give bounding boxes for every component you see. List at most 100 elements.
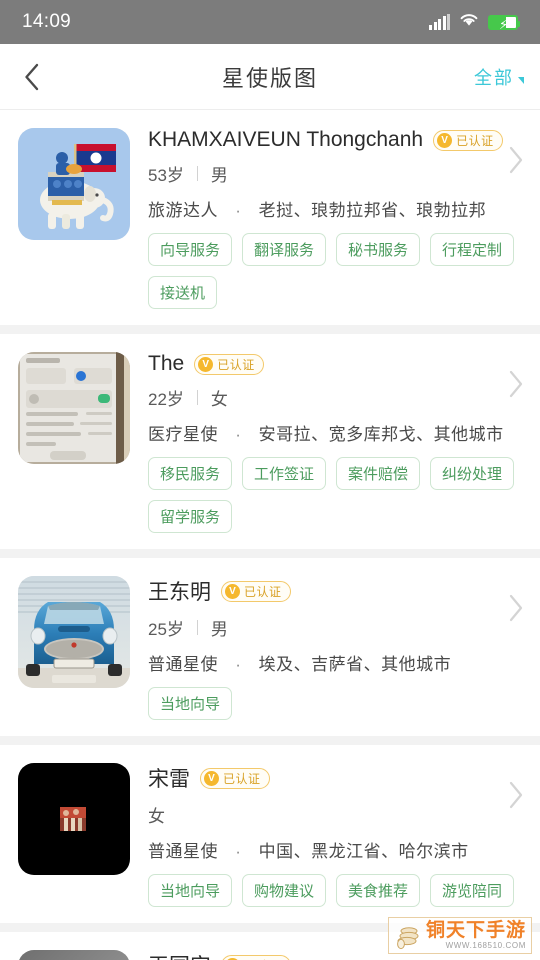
meta-divider [196, 390, 198, 405]
card-meta: 53岁 男 [148, 161, 524, 186]
verified-label: 已认证 [456, 133, 494, 148]
chevron-right-icon[interactable] [506, 592, 526, 629]
card-location: 安哥拉、宽多库邦戈、其他城市 [258, 425, 504, 444]
card-name-row: 宋雷 V 已认证 [148, 763, 524, 793]
service-tag[interactable]: 当地向导 [148, 874, 233, 907]
card-name: 王东明 [148, 581, 211, 604]
star-envoy-list[interactable]: KHAMXAIVEUN Thongchanh V 已认证 53岁男 旅游达人 ·… [0, 110, 540, 960]
status-badge: V 已认证 [194, 353, 264, 375]
site-watermark: 铜天下手游 WWW.168510.COM [387, 917, 532, 954]
watermark-title: 铜天下手游 [425, 919, 526, 941]
verified-v-icon: V [204, 770, 219, 786]
service-tag-list: 当地向导 购物建议 美食推荐 游览陪同 [148, 874, 524, 907]
service-tag[interactable]: 纠纷处理 [430, 457, 515, 490]
status-badge: V 已认证 [221, 580, 291, 602]
card-name: 王国安 [148, 950, 211, 960]
star-envoy-card[interactable]: 宋雷 V 已认证 女 普通星使 · 中国、黑龙江省、哈尔滨市 当地向导 购物建议美… [0, 745, 540, 923]
card-info: KHAMXAIVEUN Thongchanh V 已认证 53岁 男 旅游达人 ·… [130, 128, 524, 309]
chevron-left-icon [23, 62, 40, 92]
card-location: 老挝、琅勃拉邦省、琅勃拉邦 [258, 201, 487, 220]
charging-bolt-icon: ⚡ [499, 16, 509, 32]
service-tag[interactable]: 案件赔偿 [336, 457, 421, 490]
card-role-location: 旅游达人 · 老挝、琅勃拉邦省、琅勃拉邦 [148, 196, 524, 221]
service-tag[interactable]: 行程定制 [430, 233, 515, 266]
verified-label: 已认证 [223, 771, 261, 786]
card-gender: 女 [210, 390, 228, 409]
wifi-icon [459, 12, 479, 32]
service-tag[interactable]: 向导服务 [148, 233, 233, 266]
service-tag[interactable]: 工作签证 [242, 457, 327, 490]
card-age: 25岁 [148, 620, 184, 639]
card-role: 普通星使 [148, 842, 218, 861]
avatar[interactable] [18, 950, 130, 960]
card-role-location: 普通星使 · 埃及、吉萨省、其他城市 [148, 650, 524, 675]
star-envoy-card[interactable]: KHAMXAIVEUN Thongchanh V 已认证 53岁 男 旅游达人 ·… [0, 110, 540, 325]
watermark-text: 铜天下手游 WWW.168510.COM [426, 921, 526, 950]
avatar[interactable] [18, 352, 130, 464]
status-bar: 14:09 ⚡ [0, 0, 540, 44]
meta-divider [196, 166, 198, 181]
service-tag[interactable]: 留学服务 [148, 500, 233, 533]
service-tag[interactable]: 游览陪同 [430, 874, 515, 907]
verified-v-icon: V [225, 583, 240, 599]
card-meta: 25岁 男 [148, 615, 524, 640]
role-separator: · [235, 842, 242, 861]
coins-icon [394, 922, 422, 950]
service-tag-list: 当地向导 [148, 687, 524, 720]
caret-down-icon [518, 77, 524, 84]
card-role: 医疗星使 [148, 425, 218, 444]
card-role: 旅游达人 [148, 201, 218, 220]
card-gender: 男 [210, 166, 228, 185]
avatar[interactable] [18, 763, 130, 875]
verified-v-icon: V [437, 132, 453, 148]
card-name-row: The V 已认证 [148, 352, 524, 376]
card-meta: 22岁 女 [148, 385, 524, 410]
card-name: KHAMXAIVEUN Thongchanh [148, 128, 424, 151]
role-separator: · [235, 201, 242, 220]
card-location: 中国、黑龙江省、哈尔滨市 [258, 842, 469, 861]
status-badge: V 已认证 [433, 129, 503, 151]
signal-bars-icon [429, 13, 450, 30]
avatar[interactable] [18, 576, 130, 688]
card-age: 22岁 [148, 390, 184, 409]
card-info: 王东明 V 已认证 25岁 男 普通星使 · 埃及、吉萨省、其他城市 当地向导 [130, 576, 524, 720]
filter-all-button[interactable]: 全部 [474, 64, 524, 90]
service-tag[interactable]: 美食推荐 [336, 874, 421, 907]
card-gender: 女 [148, 807, 165, 826]
watermark-url: WWW.168510.COM [445, 941, 526, 950]
chevron-right-icon[interactable] [506, 144, 526, 181]
card-name: 宋雷 [148, 768, 190, 791]
card-role-location: 普通星使 · 中国、黑龙江省、哈尔滨市 [148, 837, 524, 862]
card-age: 53岁 [148, 166, 184, 185]
card-role-location: 医疗星使 · 安哥拉、宽多库邦戈、其他城市 [148, 420, 524, 445]
service-tag[interactable]: 翻译服务 [242, 233, 327, 266]
service-tag-list: 向导服务 翻译服务 秘书服务 行程定制接送机 [148, 233, 524, 309]
service-tag-list: 移民服务 工作签证 案件赔偿 纠纷处理留学服务 [148, 457, 524, 533]
card-name: The [148, 352, 185, 375]
card-gender: 男 [210, 620, 228, 639]
filter-all-label: 全部 [474, 67, 514, 88]
service-tag[interactable]: 当地向导 [148, 687, 233, 720]
status-badge: V 已认证 [200, 767, 270, 789]
chevron-right-icon[interactable] [506, 779, 526, 816]
star-envoy-card[interactable]: The V 已认证 22岁 女 医疗星使 · 安哥拉、宽多库邦戈、其他城市 移民服… [0, 334, 540, 549]
role-separator: · [235, 655, 242, 674]
verified-v-icon: V [198, 356, 214, 372]
status-time: 14:09 [22, 11, 72, 32]
service-tag[interactable]: 购物建议 [242, 874, 327, 907]
service-tag[interactable]: 秘书服务 [336, 233, 421, 266]
battery-charging-icon: ⚡ [488, 14, 520, 32]
card-name-row: KHAMXAIVEUN Thongchanh V 已认证 [148, 128, 524, 152]
service-tag[interactable]: 接送机 [148, 276, 218, 309]
card-name-row: 王东明 V 已认证 [148, 576, 524, 606]
service-tag[interactable]: 移民服务 [148, 457, 233, 490]
card-meta: 女 [148, 802, 524, 827]
status-badge: V 已认证 [221, 954, 291, 960]
meta-divider [196, 620, 198, 635]
page-title: 星使版图 [221, 65, 318, 91]
avatar[interactable] [18, 128, 130, 240]
chevron-right-icon[interactable] [506, 368, 526, 405]
status-icons: ⚡ [429, 12, 520, 32]
back-button[interactable] [0, 44, 62, 109]
star-envoy-card[interactable]: 王东明 V 已认证 25岁 男 普通星使 · 埃及、吉萨省、其他城市 当地向导 [0, 558, 540, 736]
